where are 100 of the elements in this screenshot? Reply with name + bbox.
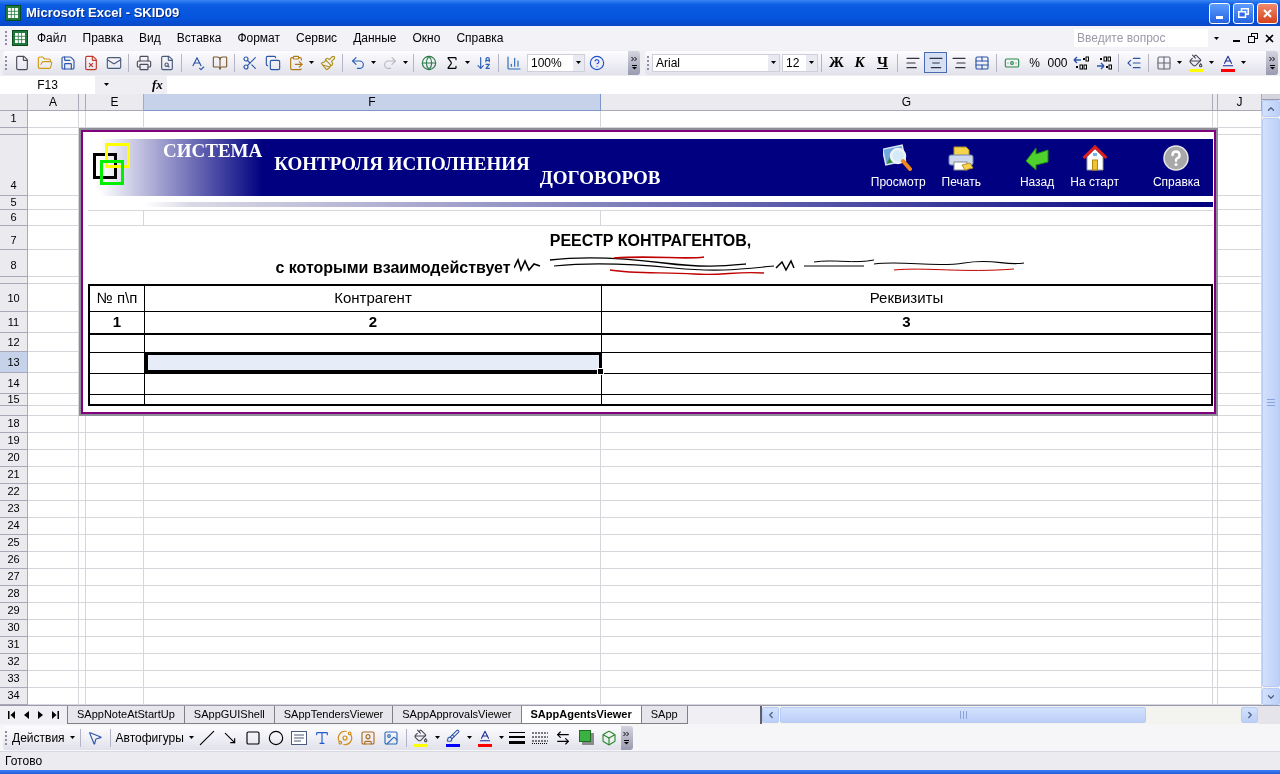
sheet-cell[interactable] bbox=[28, 552, 79, 569]
sheet-cell[interactable] bbox=[144, 637, 601, 654]
orbit-icon[interactable] bbox=[337, 729, 354, 746]
caret-icon[interactable] bbox=[69, 736, 75, 739]
row-header[interactable]: 1 bbox=[0, 111, 28, 128]
sheet-cell[interactable] bbox=[601, 671, 1213, 688]
sheet-cell[interactable] bbox=[144, 450, 601, 467]
row-header[interactable]: 27 bbox=[0, 569, 28, 586]
ellipse-icon[interactable] bbox=[268, 729, 285, 746]
sheet-cell[interactable] bbox=[86, 501, 144, 518]
sheet-cell[interactable] bbox=[79, 450, 86, 467]
grid-icon[interactable] bbox=[1155, 54, 1172, 71]
merge-cells-icon[interactable] bbox=[973, 54, 990, 71]
sheet-cell[interactable] bbox=[601, 484, 1213, 501]
undo-icon[interactable] bbox=[349, 54, 366, 71]
preview-button[interactable]: Просмотр bbox=[870, 144, 926, 189]
column-header[interactable] bbox=[79, 94, 86, 111]
row-header[interactable]: 19 bbox=[0, 433, 28, 450]
sheet-cell[interactable] bbox=[28, 111, 79, 128]
last-sheet-icon[interactable] bbox=[52, 711, 60, 719]
bar-chart-icon[interactable] bbox=[505, 54, 522, 71]
row-header[interactable]: 21 bbox=[0, 467, 28, 484]
scroll-thumb[interactable] bbox=[780, 707, 1146, 723]
clipboard-icon[interactable] bbox=[287, 54, 304, 71]
row-header[interactable]: 24 bbox=[0, 518, 28, 535]
sheet-cell[interactable] bbox=[79, 501, 86, 518]
caret-icon[interactable] bbox=[1209, 61, 1214, 64]
sheet-cell[interactable] bbox=[1213, 416, 1218, 433]
image-icon[interactable] bbox=[383, 729, 400, 746]
sheet-tab[interactable]: SAppAgentsViewer bbox=[521, 706, 642, 724]
name-box[interactable]: F13 bbox=[0, 75, 95, 94]
home-button[interactable]: На старт bbox=[1070, 144, 1119, 189]
sheet-cell[interactable] bbox=[144, 620, 601, 637]
row-header[interactable]: 29 bbox=[0, 603, 28, 620]
caret-icon[interactable] bbox=[403, 61, 408, 64]
sheet-cell[interactable] bbox=[79, 433, 86, 450]
sheet-cell[interactable] bbox=[601, 552, 1213, 569]
font-style-button[interactable]: К bbox=[848, 52, 871, 73]
sheet-cell[interactable] bbox=[28, 416, 79, 433]
rectangle-icon[interactable] bbox=[245, 729, 262, 746]
copy-icon[interactable] bbox=[264, 54, 281, 71]
row-header[interactable]: 7 bbox=[0, 226, 28, 250]
paint-bucket-icon[interactable] bbox=[1187, 53, 1204, 72]
caret-icon[interactable] bbox=[371, 61, 376, 64]
thousands-button[interactable]: 000 bbox=[1046, 52, 1069, 73]
sheet-cell[interactable] bbox=[79, 416, 86, 433]
sheet-cell[interactable] bbox=[144, 535, 601, 552]
toolbar-options-button[interactable] bbox=[1266, 50, 1278, 75]
table-cell[interactable] bbox=[145, 394, 602, 404]
select-all-button[interactable] bbox=[0, 94, 28, 111]
sheet-cell[interactable] bbox=[601, 416, 1213, 433]
sheet-cell[interactable] bbox=[1213, 535, 1218, 552]
sheet-cell[interactable] bbox=[144, 569, 601, 586]
row-header[interactable]: 8 bbox=[0, 250, 28, 277]
zoom-combo[interactable]: 100% bbox=[527, 53, 585, 72]
row-header[interactable]: 10 bbox=[0, 284, 28, 312]
sheet-cell[interactable] bbox=[144, 654, 601, 671]
menu-item[interactable]: Справка bbox=[448, 28, 512, 48]
sheet-cell[interactable] bbox=[28, 433, 79, 450]
sheet-cell[interactable] bbox=[28, 569, 79, 586]
sheet-cell[interactable] bbox=[1213, 484, 1218, 501]
sheet-cell[interactable] bbox=[79, 518, 86, 535]
sheet-cell[interactable] bbox=[79, 654, 86, 671]
table-cell[interactable] bbox=[145, 333, 602, 352]
row-header[interactable]: 4 bbox=[0, 135, 28, 196]
column-header[interactable] bbox=[1213, 94, 1218, 111]
sheet-cell[interactable] bbox=[28, 484, 79, 501]
sheet-cell[interactable] bbox=[28, 603, 79, 620]
sheet-cell[interactable] bbox=[601, 637, 1213, 654]
sheet-cell[interactable] bbox=[86, 450, 144, 467]
sheet-cell[interactable] bbox=[601, 467, 1213, 484]
sheet-cell[interactable] bbox=[28, 637, 79, 654]
sheet-cell[interactable] bbox=[1213, 518, 1218, 535]
split-handle[interactable] bbox=[1262, 94, 1280, 100]
scroll-up-button[interactable] bbox=[1262, 100, 1280, 117]
sheet-cell[interactable] bbox=[86, 586, 144, 603]
sheet-cell[interactable] bbox=[601, 620, 1213, 637]
caret-icon[interactable] bbox=[188, 736, 194, 739]
decimal-arrow-left-icon[interactable] bbox=[1072, 54, 1089, 71]
scroll-down-button[interactable] bbox=[1262, 688, 1280, 705]
sheet-cell[interactable] bbox=[601, 518, 1213, 535]
sheet-cell[interactable] bbox=[28, 467, 79, 484]
sheet-cell[interactable] bbox=[79, 484, 86, 501]
sheet-tab[interactable]: SAppNoteAtStartUp bbox=[68, 706, 185, 724]
sheet-cell[interactable] bbox=[601, 654, 1213, 671]
sheet-cell[interactable] bbox=[144, 501, 601, 518]
file-x-icon[interactable] bbox=[82, 54, 99, 71]
sheet-cell[interactable] bbox=[1213, 569, 1218, 586]
sheet-cell[interactable] bbox=[144, 586, 601, 603]
sheet-tab[interactable]: SAppGUIShell bbox=[184, 706, 275, 724]
row-header[interactable]: 28 bbox=[0, 586, 28, 603]
sheet-cell[interactable] bbox=[86, 416, 144, 433]
caret-icon[interactable] bbox=[1241, 61, 1246, 64]
back-button[interactable]: Назад bbox=[1019, 144, 1055, 189]
pointer-icon[interactable] bbox=[87, 729, 104, 746]
row-header[interactable] bbox=[0, 128, 28, 135]
menu-item[interactable]: Сервис bbox=[288, 28, 346, 48]
sheet-cell[interactable] bbox=[144, 518, 601, 535]
font-combo[interactable]: Arial bbox=[652, 53, 780, 72]
scroll-right-button[interactable] bbox=[1241, 707, 1258, 723]
